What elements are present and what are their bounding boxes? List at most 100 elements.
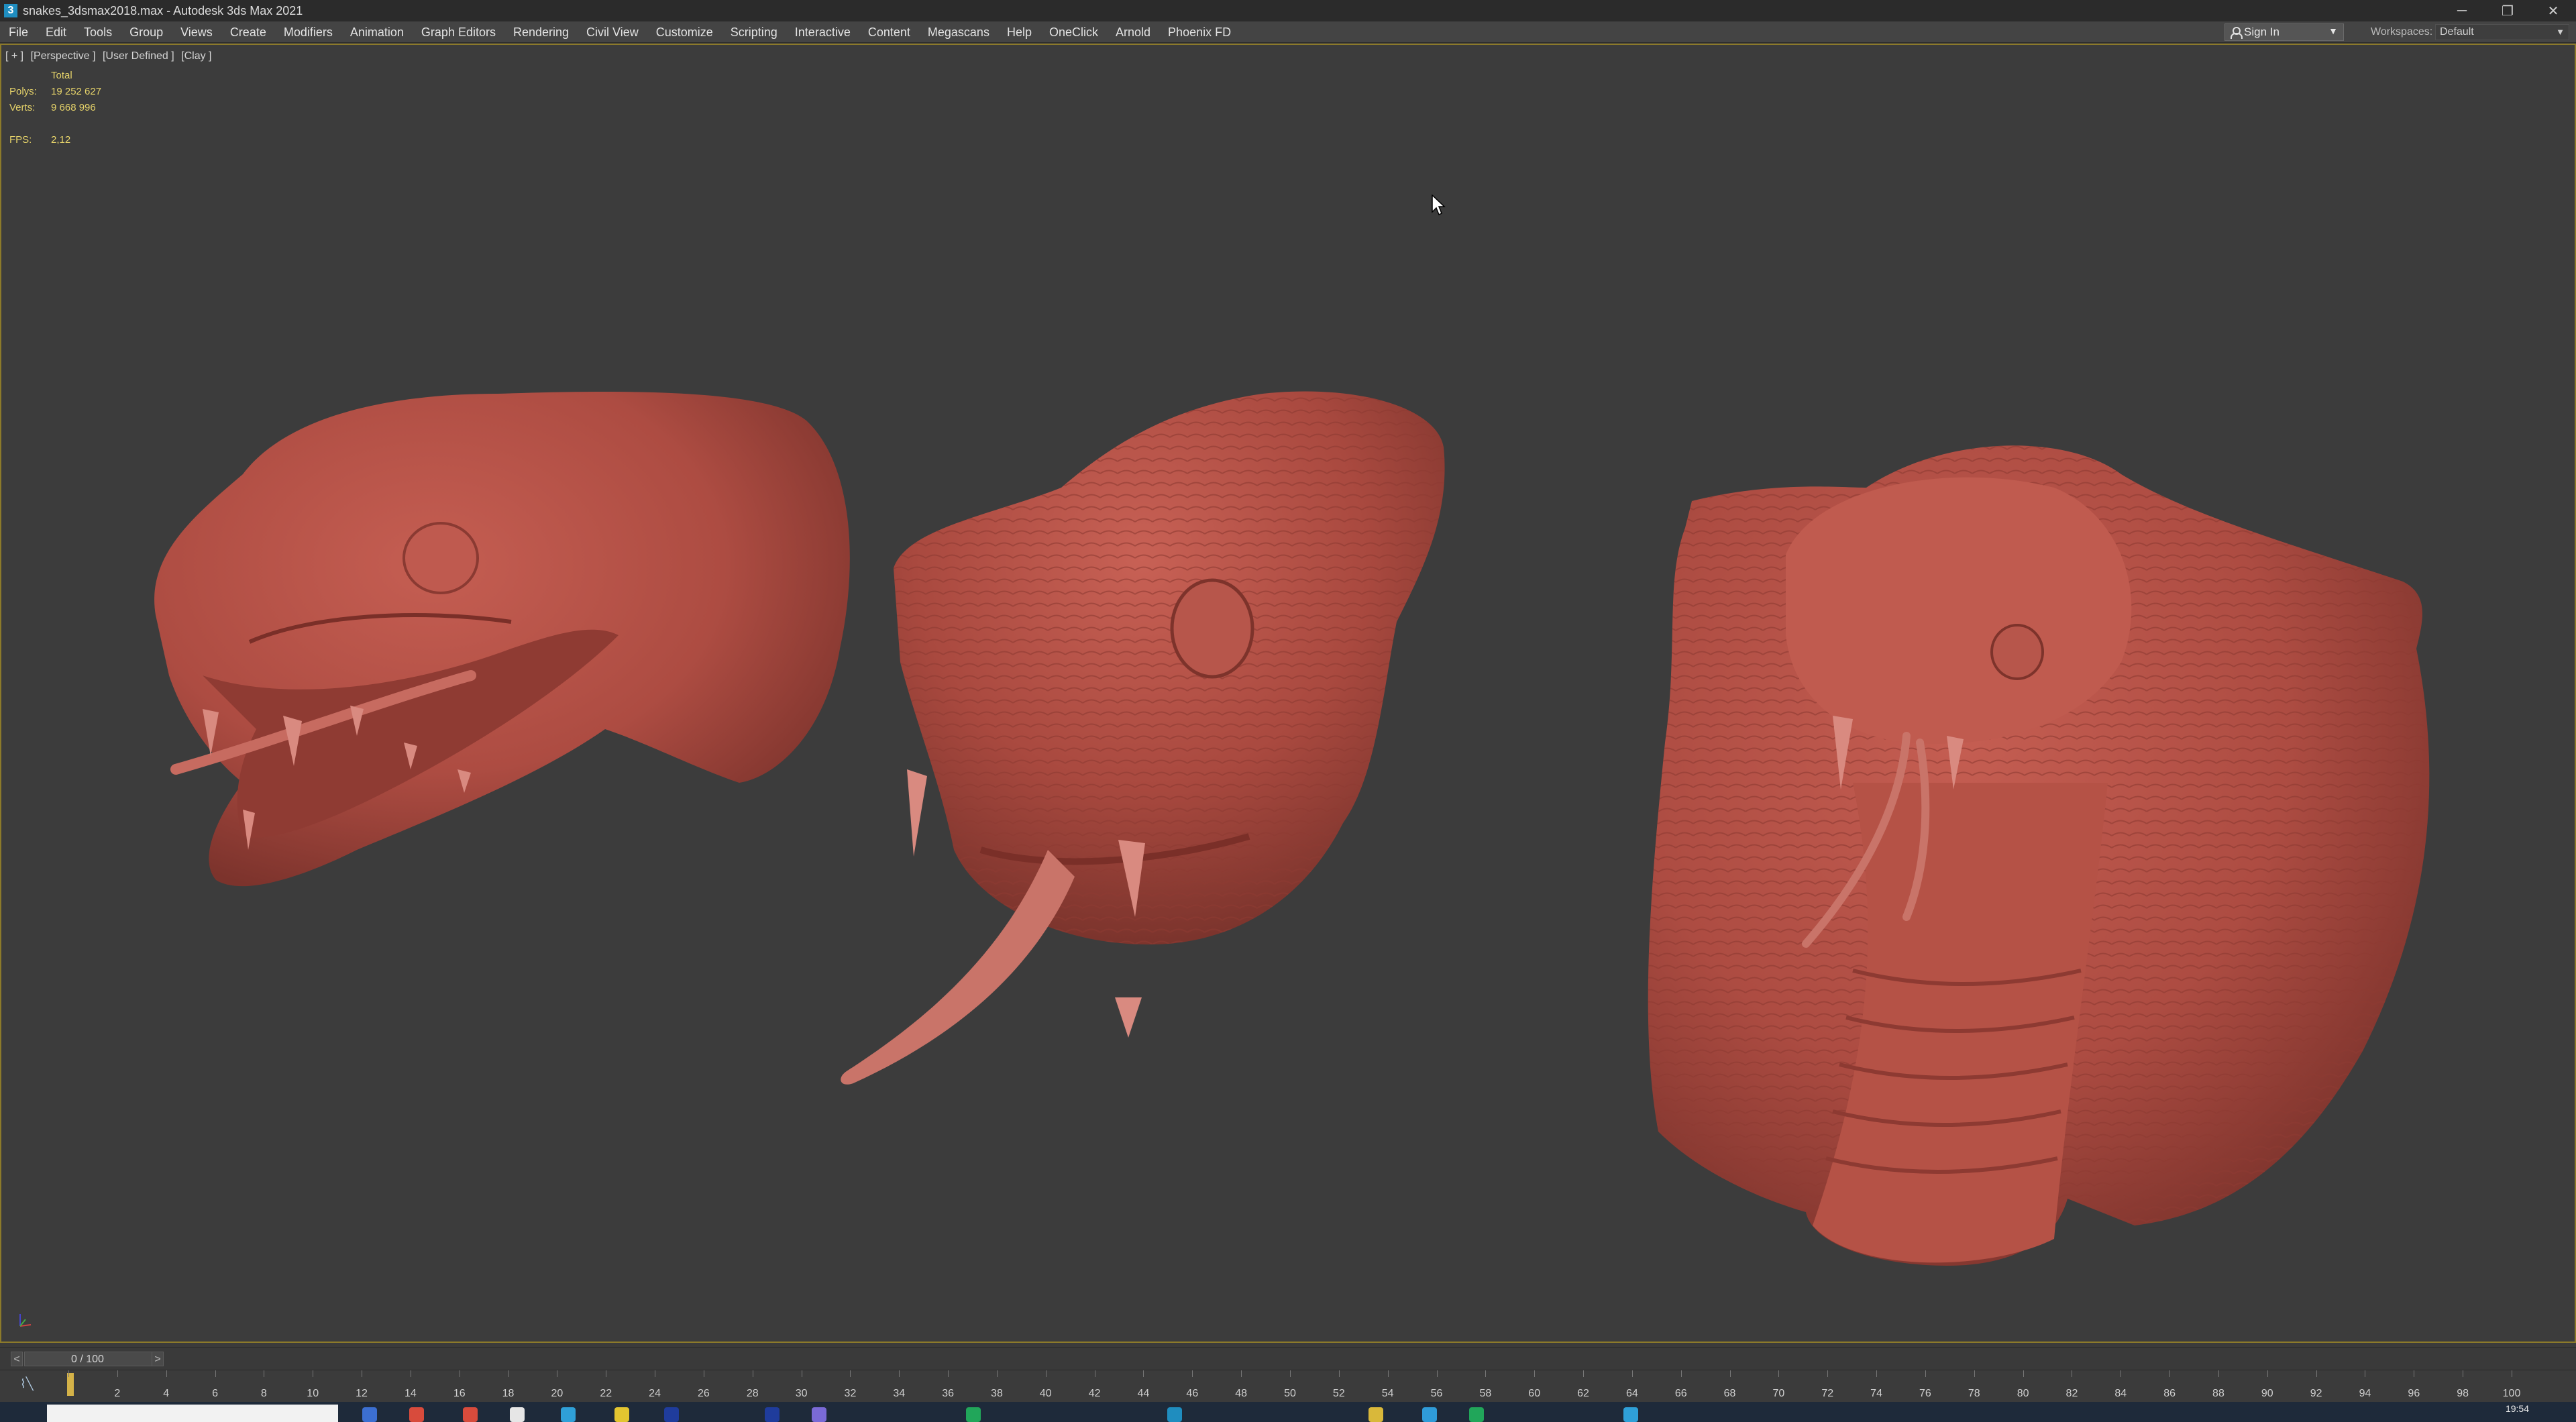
viewport-point-of-view-menu[interactable]: [Perspective ]	[31, 50, 96, 62]
viewport-standard-menu[interactable]: [User Defined ]	[103, 50, 174, 62]
track-bar-tick-label: 66	[1674, 1388, 1687, 1399]
stats-fps-value: 2,12	[51, 134, 71, 146]
viewport-shading-menu[interactable]: [Clay ]	[181, 50, 211, 62]
taskbar-app-icon[interactable]	[1368, 1407, 1383, 1422]
stats-verts-value: 9 668 996	[51, 102, 96, 113]
menu-phoenix-fd[interactable]: Phoenix FD	[1159, 21, 1240, 43]
window-controls: ─ ❐ ✕	[2439, 0, 2576, 21]
menu-customize[interactable]: Customize	[647, 21, 722, 43]
track-bar-tick-label: 50	[1284, 1388, 1296, 1399]
track-bar-tick	[1387, 1370, 1389, 1377]
menu-graph-editors[interactable]: Graph Editors	[413, 21, 504, 43]
taskbar-app-icon[interactable]	[463, 1407, 478, 1422]
viewport-general-menu[interactable]: [ + ]	[5, 50, 23, 62]
stats-polys-row: Polys: 19 252 627	[9, 84, 101, 100]
time-slider-next-button[interactable]: >	[152, 1352, 164, 1366]
menu-scripting[interactable]: Scripting	[722, 21, 786, 43]
track-bar-tick	[2267, 1370, 2268, 1377]
menu-arnold[interactable]: Arnold	[1107, 21, 1159, 43]
workspaces-value: Default	[2440, 26, 2474, 38]
track-bar-tick-label: 30	[795, 1388, 808, 1399]
viewport-statistics: Total Polys: 19 252 627 Verts: 9 668 996…	[9, 68, 101, 148]
track-bar-tick-label: 82	[2065, 1388, 2078, 1399]
track-bar-tick	[1729, 1370, 1731, 1377]
menu-modifiers[interactable]: Modifiers	[275, 21, 341, 43]
menu-civil-view[interactable]: Civil View	[578, 21, 647, 43]
taskbar-app-icon[interactable]	[1422, 1407, 1437, 1422]
taskbar-app-icon[interactable]	[362, 1407, 377, 1422]
track-bar-tick-label: 44	[1137, 1388, 1150, 1399]
workspaces-label: Workspaces:	[2371, 26, 2433, 38]
menu-group[interactable]: Group	[121, 21, 172, 43]
track-bar-tick-label: 54	[1381, 1388, 1394, 1399]
track-bar-tick-label: 56	[1430, 1388, 1443, 1399]
window-title: snakes_3dsmax2018.max - Autodesk 3ds Max…	[23, 3, 303, 17]
track-bar-tick-label: 74	[1870, 1388, 1882, 1399]
taskbar-app-icon[interactable]	[1623, 1407, 1638, 1422]
track-bar-tick	[117, 1370, 118, 1377]
track-bar[interactable]: ⌇╲ 2 4 6 8 10 12 14 16 18 20 22 24 26 28 30 32 34 36 38 40 4…	[0, 1370, 2576, 1402]
track-bar-tick	[1436, 1370, 1438, 1377]
track-bar-tick-label: 60	[1528, 1388, 1541, 1399]
menu-views[interactable]: Views	[172, 21, 221, 43]
menu-interactive[interactable]: Interactive	[786, 21, 859, 43]
taskbar-app-icon[interactable]	[966, 1407, 981, 1422]
track-bar-tick-label: 90	[2261, 1388, 2273, 1399]
taskbar-app-icon[interactable]	[765, 1407, 780, 1422]
track-bar-tick	[1827, 1370, 1829, 1377]
menu-content[interactable]: Content	[859, 21, 919, 43]
stats-polys-label: Polys:	[9, 86, 37, 97]
track-bar-tick-label: 10	[307, 1388, 319, 1399]
taskbar-app-icon[interactable]	[812, 1407, 826, 1422]
menu-oneclick[interactable]: OneClick	[1040, 21, 1107, 43]
menu-file[interactable]: File	[0, 21, 37, 43]
track-bar-tick	[1778, 1370, 1780, 1377]
menu-help[interactable]: Help	[998, 21, 1040, 43]
sign-in-dropdown[interactable]: Sign In ▼	[2224, 23, 2344, 41]
track-bar-tick-label: 52	[1332, 1388, 1345, 1399]
menu-megascans[interactable]: Megascans	[919, 21, 998, 43]
menu-tools[interactable]: Tools	[75, 21, 121, 43]
restore-button[interactable]: ❐	[2485, 0, 2530, 21]
mouse-cursor-icon	[1432, 195, 1446, 216]
menu-create[interactable]: Create	[221, 21, 275, 43]
snake-model-3[interactable]	[1648, 445, 2430, 1266]
track-bar-tick	[2218, 1370, 2219, 1377]
close-button[interactable]: ✕	[2530, 0, 2576, 21]
track-bar-tick-label: 40	[1039, 1388, 1052, 1399]
viewport-label-menu[interactable]: [ + ] [Perspective ] [User Defined ] [Cl…	[5, 50, 215, 62]
track-bar-tick	[996, 1370, 998, 1377]
time-slider-prev-button[interactable]: <	[11, 1352, 23, 1366]
menu-rendering[interactable]: Rendering	[504, 21, 578, 43]
taskbar-app-icon[interactable]	[409, 1407, 424, 1422]
3dsmax-app-icon[interactable]: 3	[4, 4, 17, 17]
mini-curve-editor-icon[interactable]: ⌇╲	[20, 1377, 34, 1391]
taskbar-search-box[interactable]	[47, 1405, 338, 1422]
track-bar-tick	[2023, 1370, 2024, 1377]
snake-model-2[interactable]	[841, 391, 1445, 1085]
track-bar-tick-label: 92	[2310, 1388, 2322, 1399]
stats-total-header: Total	[51, 70, 72, 81]
track-bar-tick	[948, 1370, 949, 1377]
sign-in-label: Sign In	[2244, 25, 2279, 38]
track-bar-tick-label: 94	[2359, 1388, 2371, 1399]
track-bar-tick	[1680, 1370, 1682, 1377]
track-bar-tick	[1583, 1370, 1585, 1377]
workspaces-dropdown[interactable]: Default ▼	[2435, 24, 2569, 40]
snake-model-1[interactable]	[154, 391, 850, 887]
taskbar-3dsmax-icon[interactable]	[1167, 1407, 1182, 1422]
minimize-button[interactable]: ─	[2439, 0, 2485, 21]
taskbar-app-icon[interactable]	[510, 1407, 525, 1422]
track-bar-tick	[68, 1370, 69, 1377]
taskbar-app-icon[interactable]	[561, 1407, 576, 1422]
stats-verts-row: Verts: 9 668 996	[9, 100, 101, 116]
track-bar-tick	[1534, 1370, 1536, 1377]
taskbar-app-icon[interactable]	[664, 1407, 679, 1422]
track-bar-tick-label: 68	[1723, 1388, 1736, 1399]
taskbar-app-icon[interactable]	[1469, 1407, 1484, 1422]
taskbar-app-icon[interactable]	[614, 1407, 629, 1422]
menu-animation[interactable]: Animation	[341, 21, 413, 43]
menu-edit[interactable]: Edit	[37, 21, 75, 43]
perspective-viewport[interactable]: [ + ] [Perspective ] [User Defined ] [Cl…	[0, 44, 2576, 1343]
taskbar-clock: 19:54	[2505, 1403, 2529, 1414]
